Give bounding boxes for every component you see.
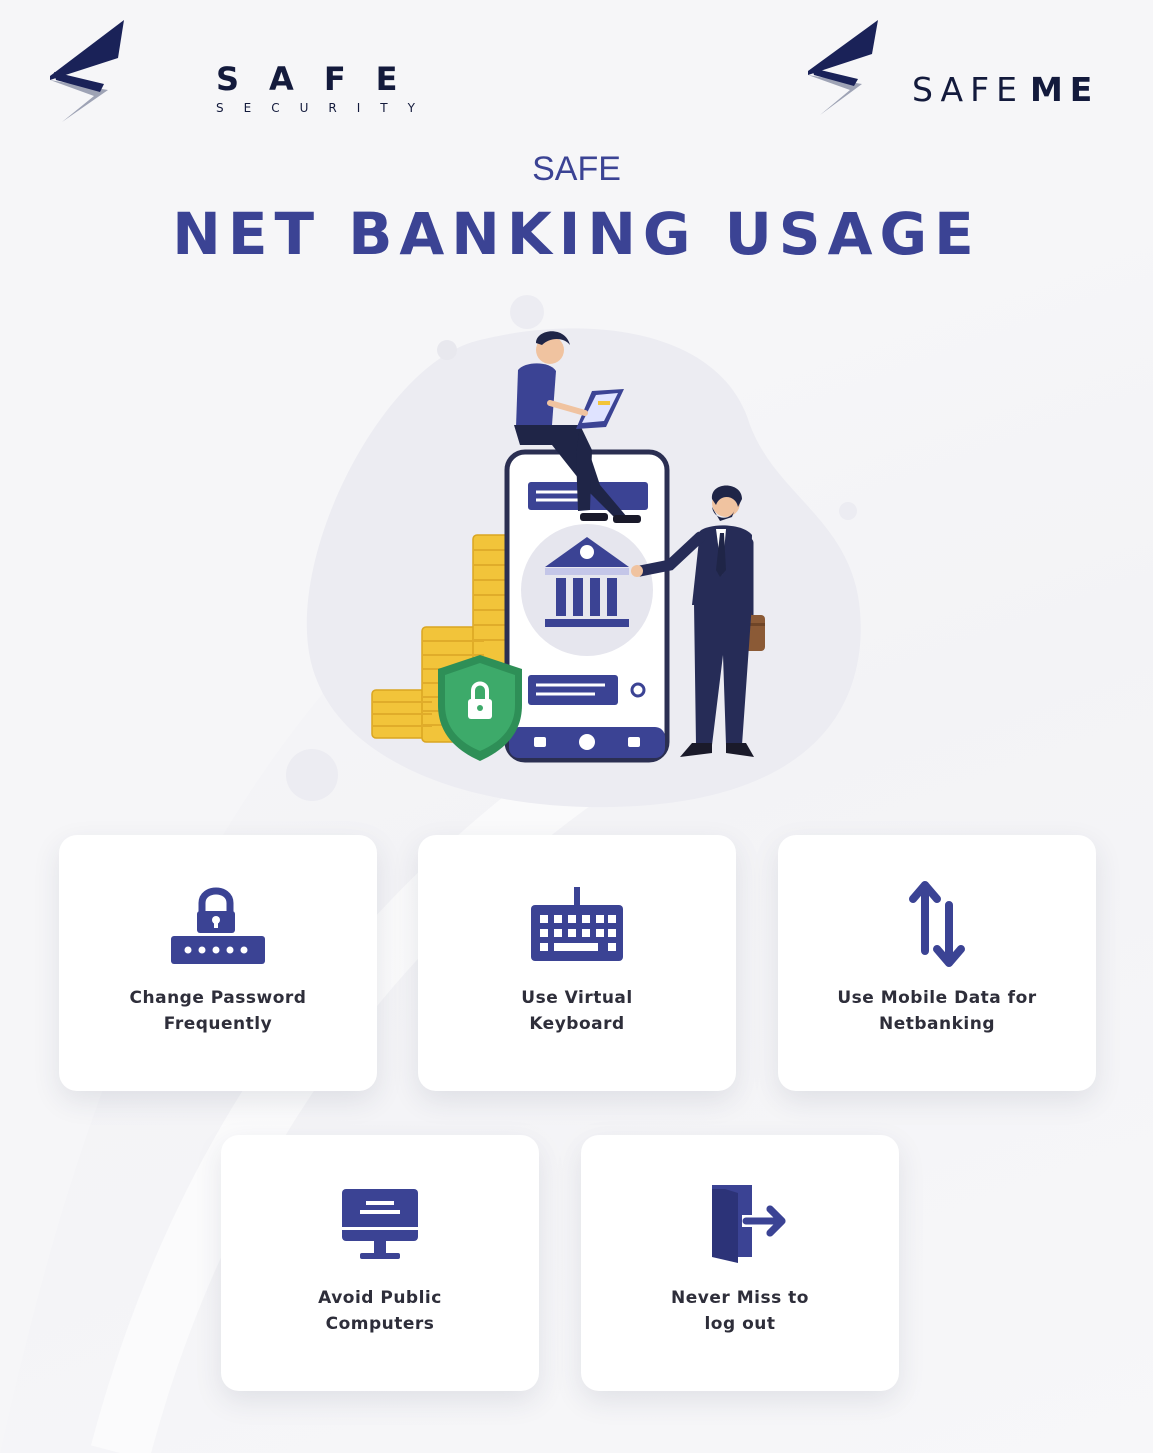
safe-security-logo: SAFE SECURITY — [48, 18, 415, 128]
tip-card-mobile-data: Use Mobile Data for Netbanking — [778, 835, 1096, 1091]
page-kicker: SAFE — [532, 150, 621, 188]
tip-card-log-out: Never Miss to log out — [581, 1135, 899, 1391]
safe-me-logo-mark-icon — [808, 20, 878, 115]
tip-card-virtual-keyboard: Use Virtual Keyboard — [418, 835, 736, 1091]
keyboard-icon — [531, 887, 623, 961]
tip-card-public-computers: Avoid Public Computers — [221, 1135, 539, 1391]
tip-label: Avoid Public Computers — [318, 1288, 442, 1334]
brand-left-tagline: SECURITY — [216, 101, 435, 115]
safe-me-logo: SAFE ME — [806, 18, 1116, 118]
brand-right-wordmark: SAFE ME — [912, 70, 1099, 109]
tip-card-change-password: Change Password Frequently — [59, 835, 377, 1091]
tip-label: Change Password Frequently — [129, 988, 307, 1034]
desktop-computer-icon — [342, 1189, 418, 1259]
tip-label: Use Mobile Data for Netbanking — [837, 988, 1037, 1034]
tip-label: Use Virtual Keyboard — [521, 988, 633, 1034]
tip-label: Never Miss to log out — [671, 1288, 809, 1334]
password-lock-icon — [171, 887, 265, 964]
logout-door-icon — [712, 1185, 786, 1263]
net-banking-illustration — [286, 295, 861, 808]
page-title: NET BANKING USAGE — [172, 200, 981, 268]
brand-left-name: SAFE — [216, 60, 428, 98]
data-transfer-arrows-icon — [909, 881, 965, 967]
brand-right-name-light: SAFE — [912, 70, 1024, 109]
brand-right-name-bold: ME — [1029, 70, 1100, 109]
safe-logo-mark-icon — [50, 20, 124, 122]
